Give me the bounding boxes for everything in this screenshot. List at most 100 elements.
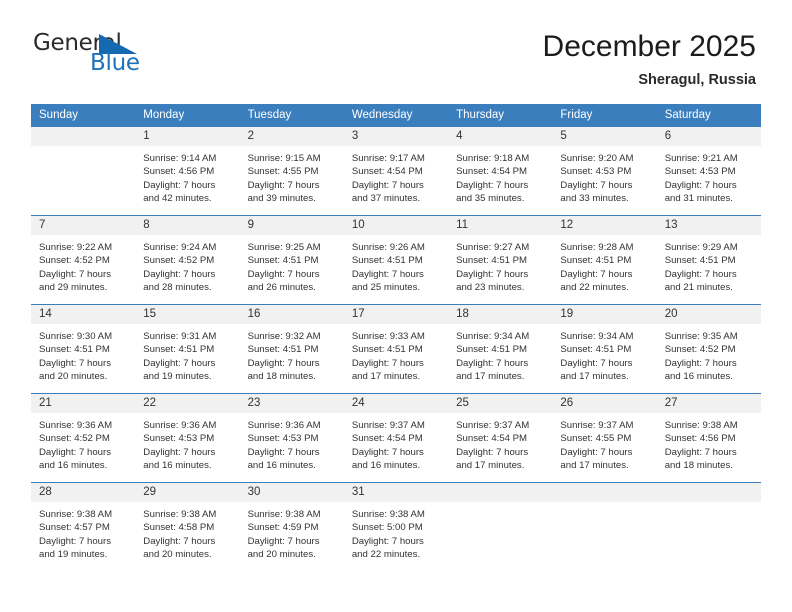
day-details bbox=[657, 502, 761, 508]
calendar-day-cell[interactable]: 26 Sunrise: 9:37 AM Sunset: 4:55 PM Dayligh… bbox=[552, 393, 657, 483]
calendar-day-cell[interactable]: 11 Sunrise: 9:27 AM Sunset: 4:51 PM Dayligh… bbox=[448, 215, 553, 305]
day-detail-line: Sunset: 4:51 PM bbox=[456, 255, 528, 267]
calendar-day-cell[interactable]: 1 Sunrise: 9:14 AM Sunset: 4:56 PM Daylight… bbox=[135, 126, 240, 216]
day-detail-line: and 19 minutes. bbox=[39, 549, 108, 561]
day-detail-line: and 31 minutes. bbox=[664, 193, 733, 205]
day-details: Sunrise: 9:34 AM Sunset: 4:51 PM Daylight:… bbox=[552, 324, 656, 384]
day-number: 25 bbox=[448, 394, 553, 413]
calendar-day-cell[interactable]: 10 Sunrise: 9:26 AM Sunset: 4:51 PM Dayligh… bbox=[343, 215, 449, 305]
day-cell-inner: 17 Sunrise: 9:33 AM Sunset: 4:51 PM Dayligh… bbox=[343, 305, 449, 393]
day-detail-line: Sunrise: 9:17 AM bbox=[351, 153, 425, 164]
day-detail-line: and 20 minutes. bbox=[39, 371, 108, 383]
day-cell-inner: 30 Sunrise: 9:38 AM Sunset: 4:59 PM Dayligh… bbox=[239, 483, 344, 571]
page-title: December 2025 bbox=[542, 30, 756, 63]
page-subtitle: Sheragul, Russia bbox=[638, 71, 756, 88]
calendar-empty-cell bbox=[656, 482, 761, 572]
day-number: 12 bbox=[552, 216, 657, 235]
day-cell-inner: 16 Sunrise: 9:32 AM Sunset: 4:51 PM Dayligh… bbox=[239, 305, 344, 393]
day-details: Sunrise: 9:22 AM Sunset: 4:52 PM Daylight:… bbox=[31, 235, 135, 295]
calendar-day-cell[interactable]: 25 Sunrise: 9:37 AM Sunset: 4:54 PM Dayligh… bbox=[448, 393, 553, 483]
calendar-day-cell[interactable]: 12 Sunrise: 9:28 AM Sunset: 4:51 PM Dayligh… bbox=[552, 215, 657, 305]
calendar-day-cell[interactable]: 30 Sunrise: 9:38 AM Sunset: 4:59 PM Dayligh… bbox=[239, 482, 344, 572]
day-cell-inner: 6 Sunrise: 9:21 AM Sunset: 4:53 PM Daylight… bbox=[656, 127, 761, 215]
calendar-empty-cell bbox=[448, 482, 553, 572]
calendar-day-cell[interactable]: 6 Sunrise: 9:21 AM Sunset: 4:53 PM Daylight… bbox=[656, 126, 761, 216]
day-details: Sunrise: 9:32 AM Sunset: 4:51 PM Daylight:… bbox=[240, 324, 344, 384]
calendar-day-cell[interactable]: 9 Sunrise: 9:25 AM Sunset: 4:51 PM Daylight… bbox=[239, 215, 344, 305]
day-number: 29 bbox=[135, 483, 240, 502]
day-detail-line: and 20 minutes. bbox=[143, 549, 212, 561]
day-detail-line: Sunrise: 9:29 AM bbox=[664, 242, 738, 253]
day-number: 10 bbox=[343, 216, 449, 235]
day-cell-inner: 5 Sunrise: 9:20 AM Sunset: 4:53 PM Daylight… bbox=[552, 127, 657, 215]
day-detail-line: and 29 minutes. bbox=[39, 282, 108, 294]
day-detail-line: Daylight: 7 hours bbox=[351, 179, 424, 191]
calendar-day-cell[interactable]: 3 Sunrise: 9:17 AM Sunset: 4:54 PM Daylight… bbox=[343, 126, 449, 216]
day-number: 1 bbox=[135, 127, 240, 146]
day-detail-line: and 18 minutes. bbox=[247, 371, 316, 383]
day-detail-line: Sunset: 4:51 PM bbox=[664, 255, 736, 267]
day-detail-line: Sunrise: 9:27 AM bbox=[456, 242, 530, 253]
logo-general-blue[interactable]: General Blue bbox=[31, 30, 161, 78]
day-cell-inner: 3 Sunrise: 9:17 AM Sunset: 4:54 PM Daylight… bbox=[343, 127, 449, 215]
day-detail-line: Sunset: 4:52 PM bbox=[39, 255, 110, 267]
calendar-page: General Blue December 2025 Sheragul, Rus… bbox=[0, 0, 792, 612]
day-number: 18 bbox=[448, 305, 553, 324]
calendar-day-cell[interactable]: 19 Sunrise: 9:34 AM Sunset: 4:51 PM Dayligh… bbox=[552, 304, 657, 394]
day-details: Sunrise: 9:38 AM Sunset: 4:56 PM Daylight:… bbox=[657, 413, 761, 473]
day-detail-line: Sunrise: 9:33 AM bbox=[351, 331, 425, 342]
day-detail-line: Sunset: 4:54 PM bbox=[456, 166, 528, 178]
calendar-day-cell[interactable]: 14 Sunrise: 9:30 AM Sunset: 4:51 PM Dayligh… bbox=[31, 304, 136, 394]
day-detail-line: Sunset: 4:51 PM bbox=[560, 255, 632, 267]
calendar-day-cell[interactable]: 20 Sunrise: 9:35 AM Sunset: 4:52 PM Dayligh… bbox=[656, 304, 761, 394]
day-details: Sunrise: 9:21 AM Sunset: 4:53 PM Daylight:… bbox=[657, 146, 761, 206]
day-detail-line: Sunset: 4:56 PM bbox=[143, 166, 215, 178]
calendar-day-cell[interactable]: 31 Sunrise: 9:38 AM Sunset: 5:00 PM Dayligh… bbox=[343, 482, 449, 572]
calendar-day-cell[interactable]: 18 Sunrise: 9:34 AM Sunset: 4:51 PM Dayligh… bbox=[448, 304, 553, 394]
calendar-day-cell[interactable]: 5 Sunrise: 9:20 AM Sunset: 4:53 PM Daylight… bbox=[552, 126, 657, 216]
day-detail-line: Daylight: 7 hours bbox=[247, 179, 320, 191]
day-details: Sunrise: 9:20 AM Sunset: 4:53 PM Daylight:… bbox=[552, 146, 656, 206]
calendar-day-cell[interactable]: 2 Sunrise: 9:15 AM Sunset: 4:55 PM Daylight… bbox=[239, 126, 344, 216]
day-cell-inner: 15 Sunrise: 9:31 AM Sunset: 4:51 PM Dayligh… bbox=[135, 305, 240, 393]
day-details: Sunrise: 9:37 AM Sunset: 4:54 PM Daylight:… bbox=[344, 413, 448, 473]
day-number: 30 bbox=[239, 483, 344, 502]
day-details: Sunrise: 9:24 AM Sunset: 4:52 PM Daylight:… bbox=[135, 235, 239, 295]
day-detail-line: Daylight: 7 hours bbox=[143, 268, 216, 280]
calendar-day-cell[interactable]: 8 Sunrise: 9:24 AM Sunset: 4:52 PM Daylight… bbox=[135, 215, 240, 305]
calendar-day-cell[interactable]: 28 Sunrise: 9:38 AM Sunset: 4:57 PM Dayligh… bbox=[31, 482, 136, 572]
calendar-day-cell[interactable]: 4 Sunrise: 9:18 AM Sunset: 4:54 PM Daylight… bbox=[448, 126, 553, 216]
calendar-day-cell[interactable]: 16 Sunrise: 9:32 AM Sunset: 4:51 PM Dayligh… bbox=[239, 304, 344, 394]
day-cell-inner: 21 Sunrise: 9:36 AM Sunset: 4:52 PM Dayligh… bbox=[31, 394, 136, 482]
day-details: Sunrise: 9:30 AM Sunset: 4:51 PM Daylight:… bbox=[31, 324, 135, 384]
day-detail-line: Sunset: 4:53 PM bbox=[664, 166, 736, 178]
day-detail-line: Sunset: 4:54 PM bbox=[351, 166, 423, 178]
calendar-day-cell[interactable]: 17 Sunrise: 9:33 AM Sunset: 4:51 PM Dayligh… bbox=[343, 304, 449, 394]
day-details bbox=[448, 502, 552, 508]
day-details bbox=[31, 146, 135, 152]
calendar-day-cell[interactable]: 23 Sunrise: 9:36 AM Sunset: 4:53 PM Dayligh… bbox=[239, 393, 344, 483]
weekday-header-tuesday: Tuesday bbox=[239, 104, 344, 127]
calendar-day-cell[interactable]: 24 Sunrise: 9:37 AM Sunset: 4:54 PM Dayligh… bbox=[343, 393, 449, 483]
day-detail-line: and 16 minutes. bbox=[664, 371, 733, 383]
calendar-day-cell[interactable]: 21 Sunrise: 9:36 AM Sunset: 4:52 PM Dayligh… bbox=[31, 393, 136, 483]
calendar-day-cell[interactable]: 13 Sunrise: 9:29 AM Sunset: 4:51 PM Dayligh… bbox=[656, 215, 761, 305]
calendar-day-cell[interactable]: 22 Sunrise: 9:36 AM Sunset: 4:53 PM Dayligh… bbox=[135, 393, 240, 483]
day-detail-line: Sunset: 5:00 PM bbox=[351, 522, 423, 534]
calendar-day-cell[interactable]: 7 Sunrise: 9:22 AM Sunset: 4:52 PM Daylight… bbox=[31, 215, 136, 305]
day-details: Sunrise: 9:38 AM Sunset: 4:59 PM Daylight:… bbox=[240, 502, 344, 562]
day-details: Sunrise: 9:26 AM Sunset: 4:51 PM Daylight:… bbox=[344, 235, 448, 295]
day-cell-inner: 27 Sunrise: 9:38 AM Sunset: 4:56 PM Dayligh… bbox=[656, 394, 761, 482]
day-cell-inner: 28 Sunrise: 9:38 AM Sunset: 4:57 PM Dayligh… bbox=[31, 483, 136, 571]
day-detail-line: Sunset: 4:52 PM bbox=[39, 433, 110, 445]
day-detail-line: Sunrise: 9:34 AM bbox=[456, 331, 530, 342]
calendar-day-cell[interactable]: 27 Sunrise: 9:38 AM Sunset: 4:56 PM Dayligh… bbox=[656, 393, 761, 483]
day-detail-line: Daylight: 7 hours bbox=[351, 446, 424, 458]
day-number: 5 bbox=[552, 127, 657, 146]
calendar-day-cell[interactable]: 29 Sunrise: 9:38 AM Sunset: 4:58 PM Dayligh… bbox=[135, 482, 240, 572]
day-detail-line: and 22 minutes. bbox=[351, 549, 421, 561]
day-detail-line: Daylight: 7 hours bbox=[247, 268, 320, 280]
calendar-body: 1 Sunrise: 9:14 AM Sunset: 4:56 PM Daylight… bbox=[31, 126, 761, 572]
calendar-day-cell[interactable]: 15 Sunrise: 9:31 AM Sunset: 4:51 PM Dayligh… bbox=[135, 304, 240, 394]
day-detail-line: Daylight: 7 hours bbox=[351, 357, 424, 369]
